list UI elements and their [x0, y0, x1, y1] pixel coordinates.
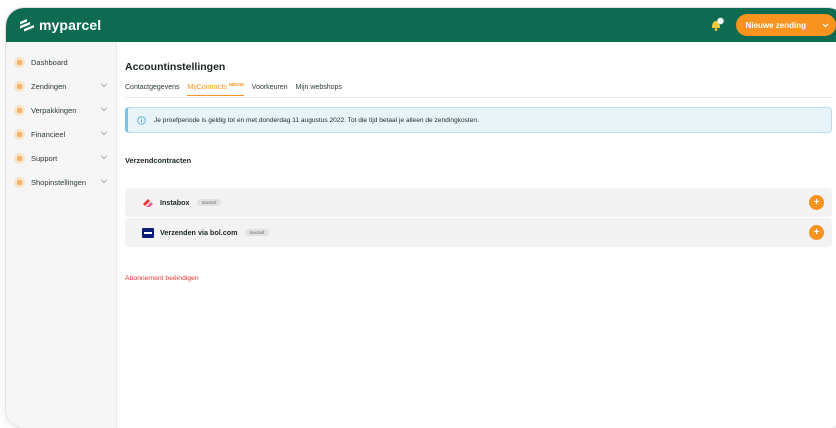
info-icon	[137, 115, 146, 125]
chevron-down-icon	[101, 83, 107, 88]
headset-icon	[14, 152, 25, 164]
tab-label: Mijn webshops	[295, 84, 342, 91]
tab-mijn-webshops[interactable]: Mijn webshops	[296, 84, 342, 95]
new-shipment-label: Nieuwe zending	[745, 20, 806, 30]
chevron-down-icon	[101, 131, 107, 136]
logo[interactable]: myparcel	[18, 17, 101, 33]
box-icon	[14, 80, 25, 92]
tab-label: MyContracts	[187, 84, 227, 91]
status-badge: Inactief	[196, 199, 222, 206]
top-bar: myparcel Nieuwe zending	[6, 8, 836, 42]
new-badge: NIEUW	[228, 82, 244, 87]
sidebar-item-dashboard[interactable]: Dashboard	[6, 50, 116, 74]
sidebar-item-verpakkingen[interactable]: Verpakkingen	[6, 98, 116, 122]
plus-icon: +	[813, 226, 820, 238]
main-content: Accountinstellingen Contactgegevens MyCo…	[117, 42, 836, 428]
add-contract-button[interactable]: +	[809, 225, 824, 240]
sidebar-item-financieel[interactable]: Financieel	[6, 122, 116, 146]
page-title: Accountinstellingen	[125, 61, 226, 73]
tabs-divider	[125, 97, 832, 98]
package-icon	[14, 104, 25, 116]
euro-icon	[14, 128, 25, 140]
sidebar-item-support[interactable]: Support	[6, 146, 116, 170]
instabox-logo-icon	[143, 198, 153, 207]
trial-info-banner: Je proefperiode is geldig tot en met don…	[125, 107, 832, 133]
plus-icon: +	[813, 196, 820, 208]
logo-text: myparcel	[39, 17, 102, 33]
tab-bar: Contactgegevens MyContracts NIEUW Voorkeu…	[125, 82, 350, 96]
active-tab-indicator	[187, 94, 244, 96]
section-title: Verzendcontracten	[125, 156, 192, 165]
cancel-subscription-link[interactable]: Abonnement beëindigen	[125, 275, 199, 282]
chevron-down-icon	[101, 107, 107, 112]
sidebar-item-label: Support	[31, 153, 58, 163]
new-shipment-button[interactable]: Nieuwe zending	[735, 14, 836, 36]
contract-name: Instabox	[160, 198, 190, 207]
tab-label: Contactgegevens	[125, 84, 180, 91]
tab-contactgegevens[interactable]: Contactgegevens	[125, 84, 179, 95]
logo-mark-icon	[20, 19, 34, 32]
contract-row-bol[interactable]: Verzenden via bol.com Inactief +	[125, 218, 832, 247]
contract-name: Verzenden via bol.com	[160, 228, 238, 237]
notification-bell-icon[interactable]	[706, 15, 726, 35]
sidebar-item-zendingen[interactable]: Zendingen	[6, 74, 116, 98]
sidebar-item-shopinstellingen[interactable]: Shopinstellingen	[6, 170, 116, 194]
app-window: myparcel Nieuwe zending Dashboard Zendin…	[6, 8, 836, 428]
bol-logo-icon	[142, 227, 154, 238]
sidebar: Dashboard Zendingen Verpakkingen Financi…	[6, 42, 117, 428]
dashboard-icon	[14, 56, 25, 68]
sidebar-item-label: Dashboard	[31, 57, 68, 67]
sidebar-item-label: Shopinstellingen	[31, 177, 87, 187]
info-message: Je proefperiode is geldig tot en met don…	[154, 116, 479, 124]
add-contract-button[interactable]: +	[809, 195, 824, 210]
sidebar-item-label: Verpakkingen	[31, 105, 77, 115]
tab-label: Voorkeuren	[251, 84, 288, 91]
contract-row-instabox[interactable]: Instabox Inactief +	[125, 188, 832, 217]
chevron-down-icon	[101, 179, 107, 184]
tab-mycontracts[interactable]: MyContracts NIEUW	[187, 82, 244, 96]
sidebar-item-label: Financieel	[31, 129, 66, 139]
sidebar-item-label: Zendingen	[31, 81, 67, 91]
tab-voorkeuren[interactable]: Voorkeuren	[252, 84, 288, 95]
chevron-down-icon[interactable]	[814, 14, 836, 36]
status-badge: Inactief	[244, 229, 270, 236]
chevron-down-icon	[101, 155, 107, 160]
shop-settings-icon	[14, 176, 25, 188]
